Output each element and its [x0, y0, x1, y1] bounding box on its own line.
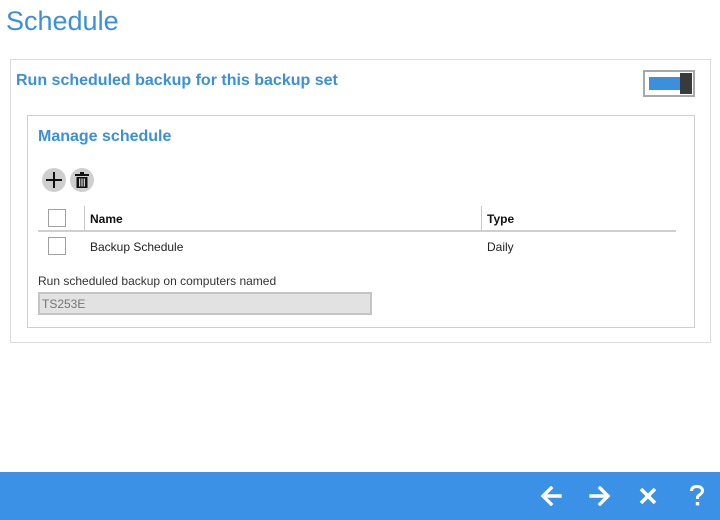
trash-icon [75, 172, 89, 188]
scheduled-backup-toggle[interactable] [643, 70, 695, 97]
bottom-nav-bar [0, 472, 720, 520]
computers-label: Run scheduled backup on computers named [38, 274, 277, 288]
close-button[interactable] [633, 482, 663, 510]
back-button[interactable] [536, 482, 566, 510]
computer-name-input[interactable] [38, 292, 372, 315]
question-icon [690, 485, 705, 506]
plus-icon [46, 172, 62, 188]
table-row[interactable]: Backup Schedule Daily [38, 232, 676, 261]
schedule-name-cell: Backup Schedule [90, 240, 184, 254]
schedule-type-cell: Daily [487, 240, 514, 254]
table-header: Name Type [38, 205, 676, 232]
column-divider [84, 206, 85, 231]
column-divider [481, 206, 482, 231]
delete-schedule-button[interactable] [70, 168, 94, 192]
schedule-table: Name Type Backup Schedule Daily [38, 205, 676, 261]
help-button[interactable] [682, 482, 712, 510]
column-header-type[interactable]: Type [487, 212, 514, 226]
manage-schedule-heading: Manage schedule [38, 128, 172, 145]
column-header-name[interactable]: Name [90, 212, 123, 226]
arrow-left-icon [540, 486, 562, 506]
select-all-checkbox[interactable] [48, 209, 66, 227]
toggle-track [649, 77, 681, 90]
manage-schedule-panel: Manage schedule Name Type Backup Schedul… [27, 115, 695, 328]
add-schedule-button[interactable] [42, 168, 66, 192]
arrow-right-icon [589, 486, 611, 506]
scheduled-backup-label: Run scheduled backup for this backup set [16, 72, 338, 89]
row-checkbox[interactable] [48, 237, 66, 255]
next-button[interactable] [585, 482, 615, 510]
schedule-panel: Run scheduled backup for this backup set… [10, 59, 711, 343]
toggle-knob [680, 73, 692, 94]
close-x-icon [639, 487, 657, 505]
page-title: Schedule [6, 6, 119, 36]
